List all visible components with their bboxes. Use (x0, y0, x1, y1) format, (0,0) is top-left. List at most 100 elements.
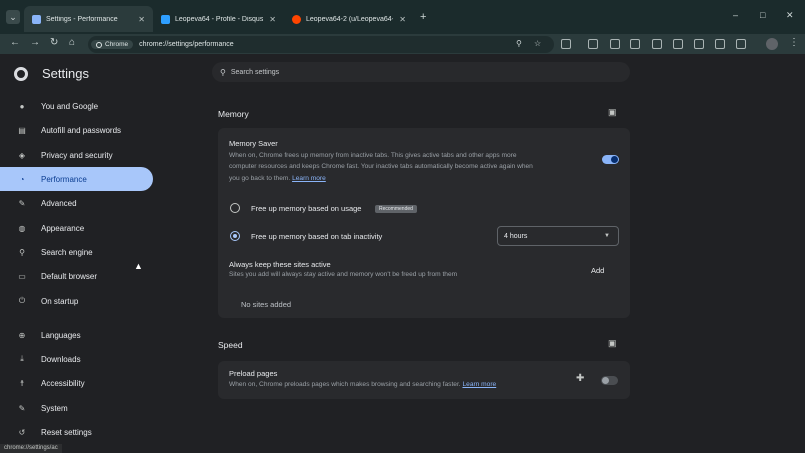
search-placeholder: Search settings (230, 68, 280, 76)
globe-icon: ⊕ (18, 330, 26, 340)
reading-list-icon[interactable] (588, 39, 598, 49)
back-button[interactable]: ← (10, 37, 20, 48)
sidebar-item-reset-settings[interactable]: ↺ Reset settings (0, 420, 153, 444)
forward-button[interactable]: → (30, 37, 40, 48)
sidebar-item-languages[interactable]: ⊕ Languages (0, 323, 153, 347)
sidebar-item-label: Reset settings (41, 427, 92, 437)
sidebar-item-label: Search engine (41, 247, 93, 257)
preload-learn-more-link[interactable]: Learn more (462, 381, 496, 388)
usage-radio-label: Free up memory based on usage (251, 204, 362, 213)
sidebar-item-search-engine[interactable]: ⚲ Search engine (0, 240, 153, 264)
tab-settings-performance[interactable]: Settings - Performance ✕ (24, 6, 153, 32)
search-settings-input[interactable]: ⚲ Search settings (212, 62, 630, 82)
preload-pages-description: When on, Chrome preloads pages which mak… (229, 379, 496, 390)
close-icon[interactable]: ✕ (269, 15, 276, 24)
tab-disqus-profile[interactable]: Leopeva64 - Profile - Disqus ✕ (153, 6, 284, 32)
download-icon: ⤓ (20, 354, 24, 363)
site-info-chip-label: Chrome (105, 41, 129, 48)
memory-section-title: Memory (218, 109, 249, 119)
sidebar-item-accessibility[interactable]: ☨ Accessibility (0, 371, 153, 395)
preload-pages-toggle[interactable] (601, 376, 618, 385)
feedback-icon[interactable]: ▣ (608, 107, 617, 118)
keep-active-description: Sites you add will always stay active an… (229, 271, 458, 278)
extension-icon[interactable] (561, 39, 571, 49)
memory-saver-learn-more-link[interactable]: Learn more (292, 175, 326, 182)
tab-title: Leopeva64-2 (u/Leopeva64-2) (306, 15, 394, 23)
sidebar-item-label: On startup (41, 296, 79, 306)
sidebar-item-label: Privacy and security (41, 150, 113, 160)
settings-page: Settings ⚲ Search settings ● You and Goo… (0, 54, 805, 453)
memory-saver-title: Memory Saver (229, 139, 278, 148)
memory-saver-description: When on, Chrome frees up memory from ina… (229, 150, 599, 184)
usage-radio[interactable] (230, 203, 240, 213)
status-bar-url: chrome://settings/ac (0, 444, 62, 453)
close-icon[interactable]: ✕ (399, 15, 406, 24)
menu-kebab-icon[interactable]: ⋮ (789, 37, 799, 48)
reload-button[interactable]: ↻ (50, 37, 58, 48)
speed-card: Preload pages When on, Chrome preloads p… (218, 361, 630, 399)
chrome-logo-icon (14, 66, 28, 81)
memory-saver-toggle[interactable] (602, 155, 619, 164)
inactivity-radio-label: Free up memory based on tab inactivity (251, 232, 383, 241)
sidebar-item-default-browser[interactable]: ▭ Default browser (0, 264, 153, 288)
address-bar[interactable]: Chrome chrome://settings/performance ⚲ ☆ (88, 36, 554, 53)
avatar[interactable] (766, 38, 778, 50)
feedback-icon[interactable]: ▣ (608, 338, 617, 349)
wrench-icon: ✎ (18, 198, 26, 208)
speedometer-icon: ◔ (19, 174, 25, 184)
site-info-chip[interactable]: Chrome (91, 40, 134, 49)
new-tab-button[interactable]: + (420, 11, 426, 23)
sidebar-item-on-startup[interactable]: ⏻ On startup (0, 289, 153, 313)
clipboard-icon: ▤ (18, 125, 26, 135)
memory-saver-desc-line: you go back to them. Learn more (229, 173, 599, 184)
no-sites-text: No sites added (241, 300, 292, 309)
keep-active-title: Always keep these sites active (229, 260, 331, 269)
puzzle-extensions-icon[interactable] (694, 39, 704, 49)
tab-title: Settings - Performance (46, 15, 118, 23)
add-site-button[interactable]: Add (591, 266, 604, 275)
settings-header: Settings (14, 66, 89, 81)
speed-section-title: Speed (218, 340, 243, 350)
person-icon: ● (19, 101, 25, 111)
browser-toolbar: ← → ↻ ⌂ Chrome chrome://settings/perform… (0, 34, 805, 54)
sidebar-item-appearance[interactable]: ◍ Appearance (0, 216, 153, 240)
sidebar-item-label: Accessibility (41, 378, 85, 388)
history-icon[interactable] (715, 39, 725, 49)
inactivity-radio[interactable] (230, 231, 240, 241)
sidebar-item-system[interactable]: ✎ System (0, 396, 153, 420)
sidebar-item-autofill[interactable]: ▤ Autofill and passwords (0, 118, 153, 142)
palette-icon: ◍ (18, 223, 26, 233)
sidebar-item-label: Advanced (41, 198, 77, 208)
zoom-icon[interactable]: ⚲ (516, 39, 522, 48)
profile-sync-icon[interactable] (736, 39, 746, 49)
tab-reddit-profile[interactable]: Leopeva64-2 (u/Leopeva64-2) ✕ (284, 6, 414, 32)
memory-saver-desc-line: When on, Chrome frees up memory from ina… (229, 152, 517, 159)
inactivity-duration-select[interactable]: 4 hours ▼ (497, 226, 619, 246)
accessibility-icon: ☨ (19, 378, 25, 388)
sidebar-item-you-and-google[interactable]: ● You and Google (0, 94, 153, 118)
close-icon[interactable]: ✕ (138, 15, 145, 24)
wrench-icon: ✎ (18, 403, 26, 413)
sidebar-item-privacy[interactable]: ◈ Privacy and security (0, 143, 153, 167)
recommended-badge: Recommended (375, 205, 417, 213)
maximize-button[interactable]: □ (760, 10, 765, 20)
disqus-icon (161, 14, 170, 24)
tab-groups-icon[interactable] (652, 39, 662, 49)
bookmark-star-icon[interactable]: ☆ (534, 39, 541, 48)
close-window-button[interactable]: ✕ (786, 10, 794, 21)
inactivity-duration-value: 4 hours (504, 232, 528, 240)
home-button[interactable]: ⌂ (69, 37, 75, 48)
sidebar-item-label: Default browser (41, 271, 98, 281)
minimize-button[interactable]: – (733, 10, 738, 20)
sidebar-item-performance[interactable]: ◔ Performance (0, 167, 153, 191)
sidebar-item-downloads[interactable]: ⤓ Downloads (0, 347, 153, 371)
reddit-icon (292, 14, 301, 24)
performance-icon[interactable] (673, 39, 683, 49)
media-icon[interactable] (630, 39, 640, 49)
sidebar-item-advanced[interactable]: ✎ Advanced (0, 191, 153, 215)
side-panel-icon[interactable] (610, 39, 620, 49)
search-icon: ⚲ (19, 247, 25, 257)
tab-title: Leopeva64 - Profile - Disqus (175, 15, 264, 23)
tab-search-button[interactable]: ⌄ (6, 10, 20, 24)
sidebar-item-label: System (41, 403, 68, 413)
